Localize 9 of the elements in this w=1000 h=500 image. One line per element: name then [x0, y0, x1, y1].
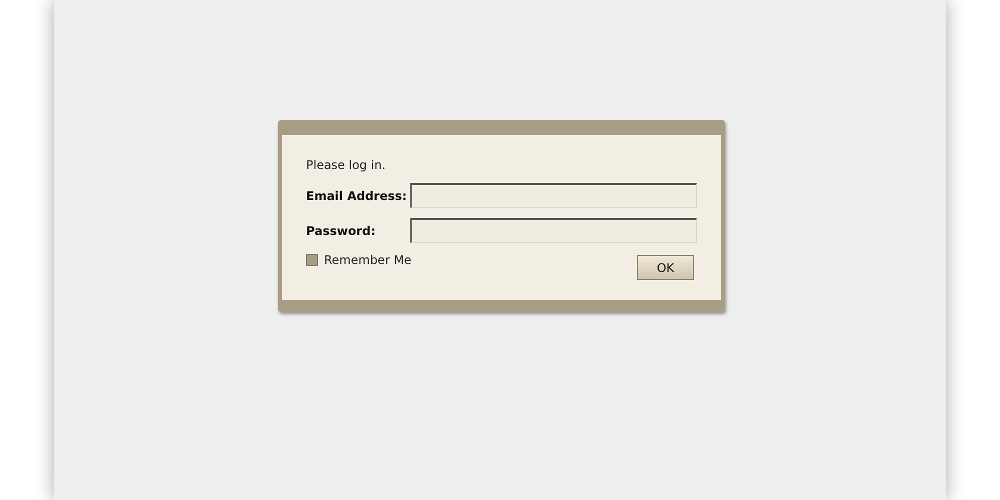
- login-prompt: Please log in.: [306, 158, 387, 172]
- remember-checkbox[interactable]: Remember Me: [306, 253, 412, 267]
- checkbox-label: Remember Me: [324, 253, 412, 267]
- ok-button[interactable]: OK: [637, 255, 694, 280]
- input-field[interactable]: [410, 183, 697, 208]
- field-label: Email Address:: [306, 188, 408, 202]
- checkbox[interactable]: [306, 254, 318, 266]
- field-label: Password:: [306, 224, 376, 238]
- input-field[interactable]: [410, 218, 697, 243]
